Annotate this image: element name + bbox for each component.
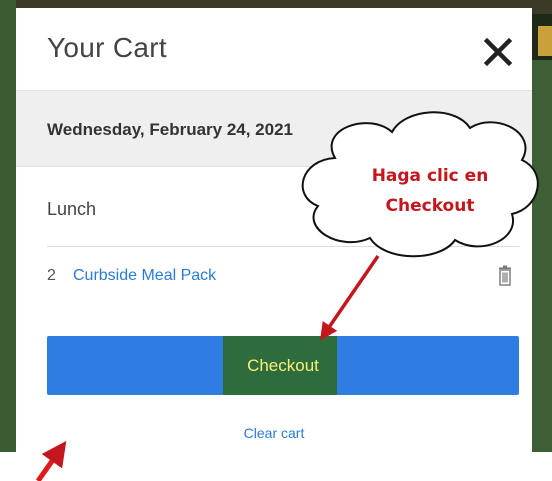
background-right-strip — [532, 60, 552, 481]
date-section: Wednesday, February 24, 2021 — [16, 90, 532, 167]
item-quantity: 2 — [47, 267, 56, 284]
divider — [47, 246, 519, 247]
close-button[interactable] — [478, 32, 518, 72]
order-date: Wednesday, February 24, 2021 — [47, 120, 293, 139]
clear-cart-link[interactable]: Clear cart — [16, 425, 532, 441]
item-name-link[interactable]: Curbside Meal Pack — [73, 267, 216, 285]
background-accent — [538, 26, 552, 56]
close-icon — [483, 37, 513, 67]
checkout-label: Checkout — [247, 355, 319, 375]
background-left-strip — [0, 0, 16, 481]
cart-header: Your Cart — [16, 8, 532, 90]
remove-item-button[interactable] — [497, 265, 513, 287]
cart-modal: Your Cart Wednesday, February 24, 2021 L… — [16, 8, 532, 452]
trash-icon — [499, 265, 511, 286]
cart-title: Your Cart — [47, 32, 167, 63]
background-bottom — [0, 452, 552, 481]
meal-type: Lunch — [47, 199, 97, 219]
checkout-button[interactable]: Checkout — [47, 336, 519, 395]
cart-item: 2 Curbside Meal Pack — [47, 265, 519, 291]
